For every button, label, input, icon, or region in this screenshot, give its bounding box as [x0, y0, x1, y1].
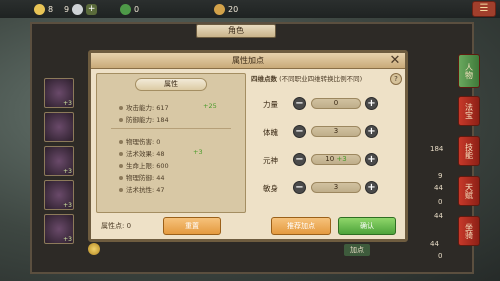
ingot-value: 20 [228, 4, 239, 14]
gold-value: 8 [48, 4, 54, 14]
stat-spell-effect: 法术效果: 48 [119, 148, 165, 158]
slot-level: +3 [63, 100, 72, 107]
bullet-icon [119, 118, 123, 122]
bullet-icon [119, 140, 123, 144]
bg-allocate-button[interactable]: 加点 [344, 244, 370, 256]
ingot-icon [214, 3, 225, 15]
stat-bonus: +25 [203, 102, 217, 110]
dialog-header: 属性加点 ✕ [91, 53, 405, 69]
silver-value: 9 [64, 4, 70, 14]
silver-resource: 9 + [64, 2, 98, 16]
reset-button[interactable]: 重置 [163, 217, 221, 235]
stat-attack: 攻击能力: 617 [119, 102, 169, 112]
equipment-slot[interactable]: +3 [44, 78, 74, 108]
stat-row-label: 力量 [263, 100, 278, 109]
decrease-button[interactable]: − [293, 153, 306, 166]
stat-value-field: 0 [311, 98, 361, 109]
allocation-header: 四维点数 (不同职业四维转换比例不同) [251, 75, 363, 83]
equipment-slot[interactable]: +3 [44, 180, 74, 210]
equipment-slot[interactable] [44, 112, 74, 142]
bg-stat-value: 0 [438, 198, 443, 206]
divider [111, 128, 231, 129]
character-window-title: 角色 [196, 24, 276, 38]
stat-bonus: +3 [193, 148, 203, 156]
add-silver-button[interactable]: + [86, 3, 98, 15]
tab-treasure[interactable]: 法宝 [458, 96, 480, 126]
attribute-allocation-dialog: 属性加点 ✕ 属性 攻击能力: 617 +25 防御能力: 184 物理伤害: … [88, 50, 408, 242]
dialog-corner-ornament-icon [88, 243, 100, 255]
bg-stat-value: 44 [434, 184, 443, 192]
attributes-panel: 属性 攻击能力: 617 +25 防御能力: 184 物理伤害: 0 法术效果:… [96, 73, 246, 213]
tab-skills[interactable]: 技能 [458, 136, 480, 166]
confirm-button[interactable]: 确认 [338, 217, 396, 235]
stat-value-field: 10 +3 [311, 154, 361, 165]
tab-character[interactable]: 人物 [458, 54, 480, 88]
tab-talent[interactable]: 天赋 [458, 176, 480, 206]
gold-coin-icon [34, 3, 45, 15]
stat-physical-defense: 物理防御: 44 [119, 172, 165, 182]
allocation-panel: 四维点数 (不同职业四维转换比例不同) ? 力量 − 0 + 体魄 − 3 + … [251, 73, 404, 213]
slot-level: +3 [63, 202, 72, 209]
slot-level: +3 [63, 168, 72, 175]
attribute-points: 属性点: 0 [101, 222, 132, 230]
menu-button[interactable]: ☰ [472, 1, 496, 17]
bullet-icon [119, 188, 123, 192]
jade-resource: 0 [120, 2, 139, 16]
equipment-slot[interactable]: +3 [44, 214, 74, 244]
bg-stat-value: 9 [438, 172, 443, 180]
bg-stat-value: 184 [430, 145, 444, 153]
decrease-button[interactable]: − [293, 125, 306, 138]
stat-physical-damage: 物理伤害: 0 [119, 136, 160, 146]
bullet-icon [119, 176, 123, 180]
bg-stat-value: 44 [430, 240, 439, 248]
increase-button[interactable]: + [365, 153, 378, 166]
bullet-icon [119, 164, 123, 168]
bg-stat-value: 0 [438, 252, 443, 260]
recommend-button[interactable]: 推荐加点 [271, 217, 331, 235]
tab-mount[interactable]: 坐骑 [458, 216, 480, 246]
stat-defense: 防御能力: 184 [119, 114, 169, 124]
decrease-button[interactable]: − [293, 181, 306, 194]
stat-value-field: 3 [311, 126, 361, 137]
bullet-icon [119, 152, 123, 156]
jade-value: 0 [134, 4, 140, 14]
jade-icon [120, 3, 131, 15]
help-icon[interactable]: ? [390, 73, 402, 85]
stat-row-label: 敏身 [263, 184, 278, 193]
stat-value-field: 3 [311, 182, 361, 193]
dialog-title: 属性加点 [232, 56, 264, 65]
bullet-icon [119, 106, 123, 110]
stat-row-label: 元神 [263, 156, 278, 165]
ingot-resource: 20 [214, 2, 238, 16]
stat-row-label: 体魄 [263, 128, 278, 137]
stat-max-hp: 生命上限: 600 [119, 160, 169, 170]
resource-bar: 8 9 + 0 20 ☰ [0, 0, 500, 18]
increase-button[interactable]: + [365, 181, 378, 194]
dialog-footer: 属性点: 0 重置 推荐加点 确认 [91, 215, 405, 239]
silver-coin-icon [72, 3, 84, 15]
close-icon[interactable]: ✕ [387, 53, 403, 69]
stat-spell-resist: 法术抗性: 47 [119, 184, 165, 194]
decrease-button[interactable]: − [293, 97, 306, 110]
equipment-slot[interactable]: +3 [44, 146, 74, 176]
increase-button[interactable]: + [365, 125, 378, 138]
increase-button[interactable]: + [365, 97, 378, 110]
slot-level: +3 [63, 236, 72, 243]
attributes-header: 属性 [135, 78, 207, 91]
bg-stat-value: 44 [434, 212, 443, 220]
gold-resource: 8 [34, 2, 53, 16]
